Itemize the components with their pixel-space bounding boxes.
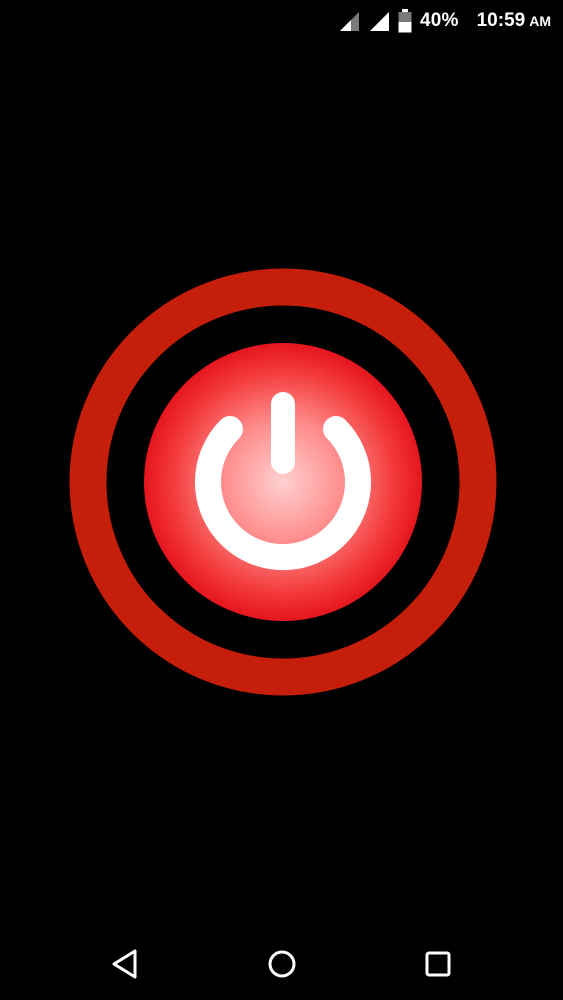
nav-bar [0,930,563,1000]
battery-icon [398,9,412,33]
recents-button[interactable] [418,944,458,984]
power-toggle[interactable] [69,268,497,696]
battery-percent: 40% [419,10,459,31]
recents-icon [425,951,451,977]
back-icon [112,949,137,979]
clock-time: 10:59 [476,10,526,31]
signal-sim2-icon [368,10,390,32]
power-button-face [144,343,422,621]
clock: 10:59 AM [477,10,551,32]
back-button[interactable] [105,944,145,984]
power-button-graphic [69,268,497,696]
home-button[interactable] [262,944,302,984]
clock-am-pm: AM [529,13,551,29]
signal-sim1-icon [338,10,360,32]
status-bar: 40% 10:59 AM [0,0,563,42]
home-icon [268,950,296,978]
status-icons: 40% 10:59 AM [338,6,551,36]
